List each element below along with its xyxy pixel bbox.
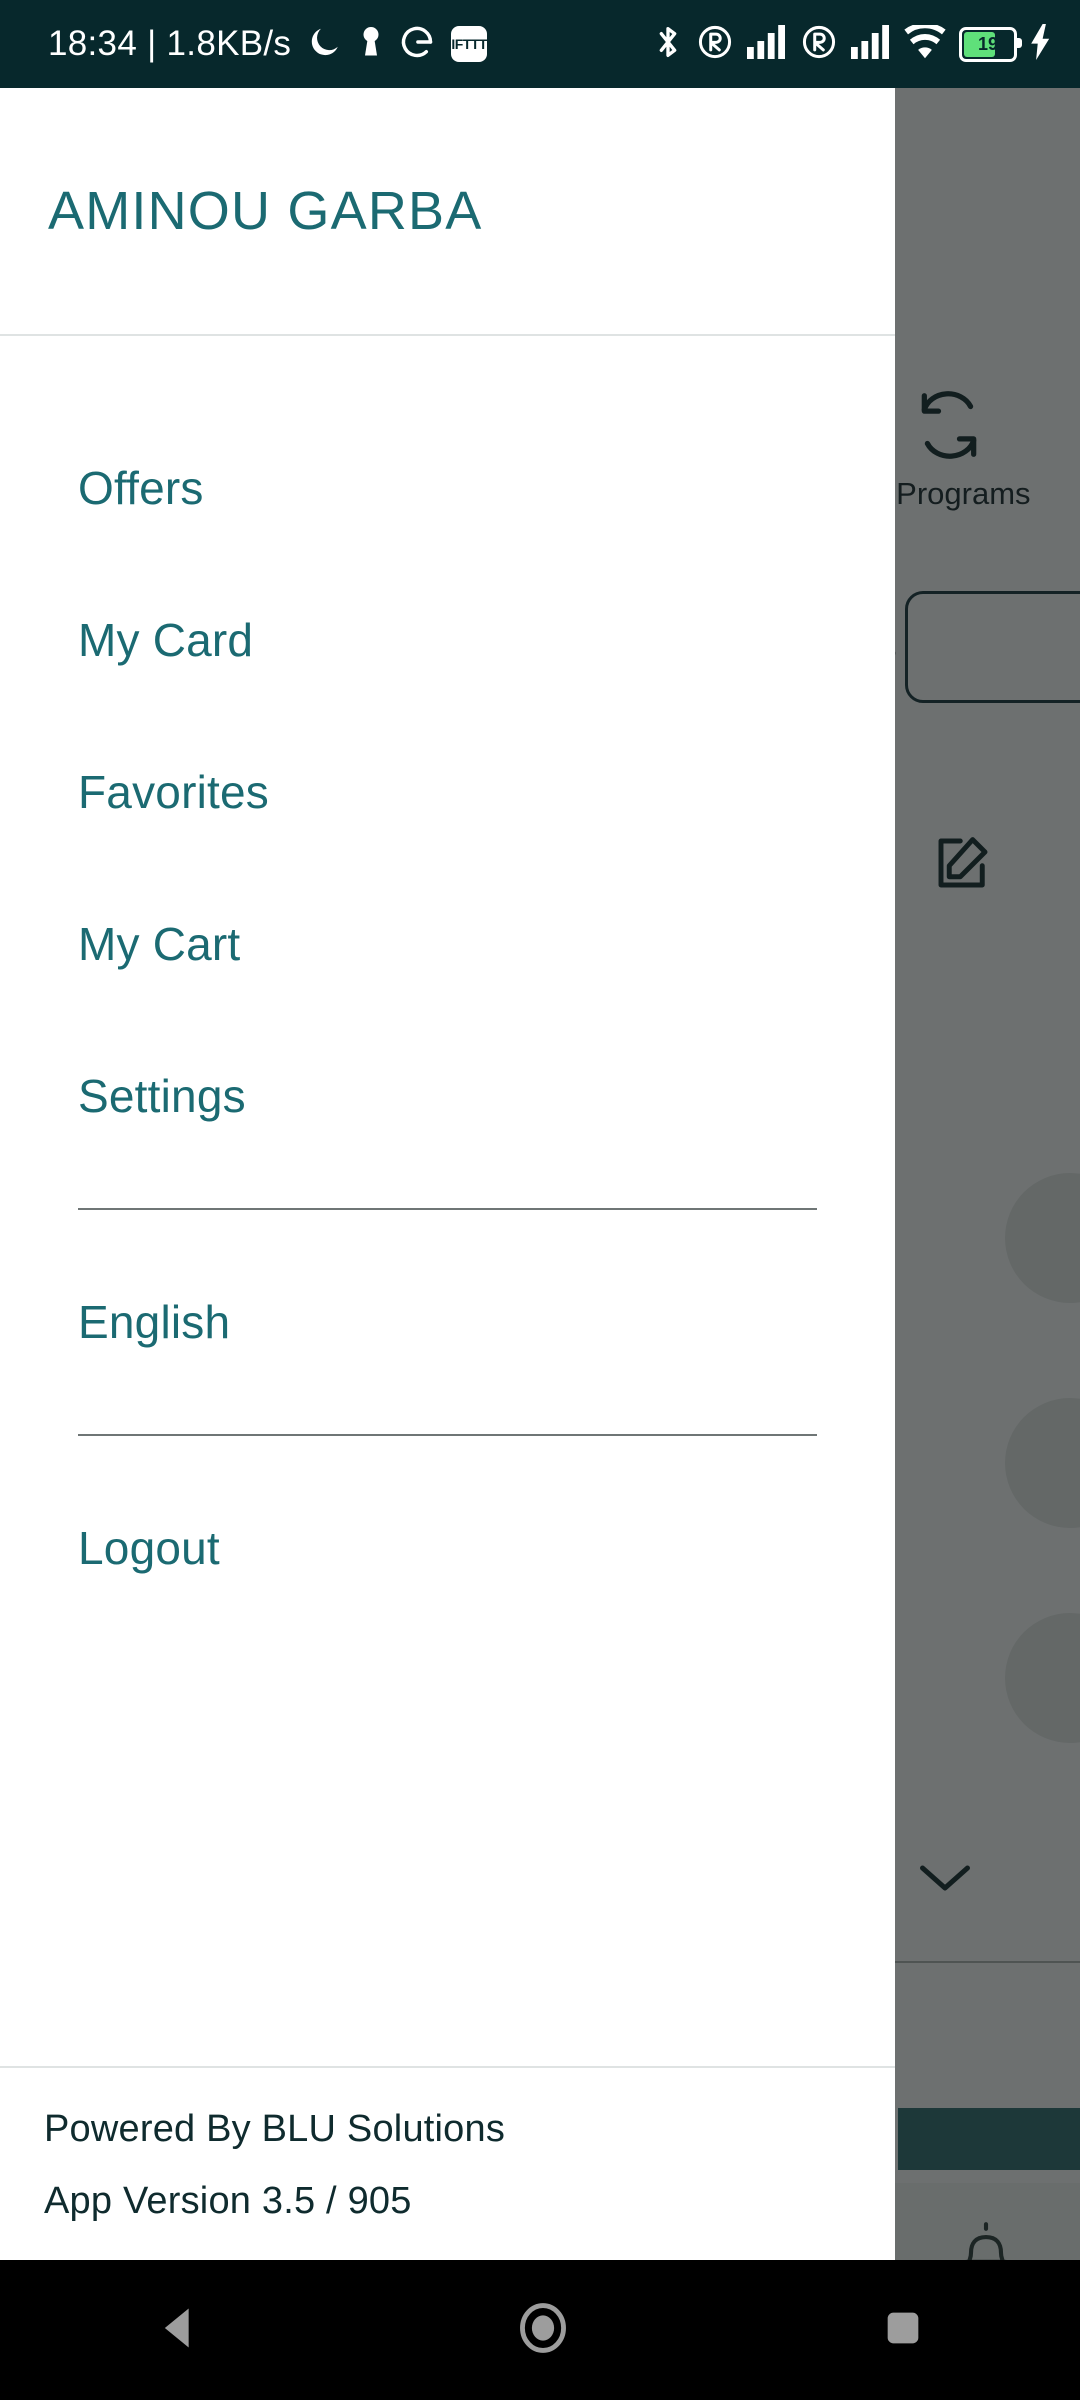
android-navigation-bar <box>0 2260 1080 2400</box>
clock-and-network-speed: 18:34 | 1.8KB/s <box>48 24 292 63</box>
user-name: AMINOU GARBA <box>48 181 483 241</box>
menu-item-offers[interactable]: Offers <box>0 412 895 564</box>
battery-icon: 19 <box>959 26 1022 62</box>
drawer-footer: Powered By BLU Solutions App Version 3.5… <box>0 2065 895 2260</box>
drawer-menu-list: Offers My Card Favorites My Cart Setting… <box>0 336 895 2066</box>
roaming-icon-2 <box>800 23 838 66</box>
menu-item-logout[interactable]: Logout <box>0 1472 895 1624</box>
google-icon <box>399 24 435 65</box>
keyhole-icon <box>359 24 383 65</box>
signal-bars-icon <box>747 24 787 64</box>
signal-bars-icon-2 <box>851 24 891 64</box>
wifi-icon <box>904 22 946 64</box>
menu-item-favorites[interactable]: Favorites <box>0 716 895 868</box>
back-button[interactable] <box>154 2302 206 2359</box>
roaming-icon <box>696 23 734 66</box>
powered-by-label: Powered By BLU Solutions <box>44 2107 506 2150</box>
battery-level: 19 <box>977 33 999 54</box>
status-bar: 18:34 | 1.8KB/s IFTTT 19 <box>0 0 1080 88</box>
status-bar-right: 19 <box>653 22 1080 67</box>
drawer-header: AMINOU GARBA <box>0 88 895 336</box>
phone-screen: er Programs s o <box>0 0 1080 2400</box>
menu-item-my-cart[interactable]: My Cart <box>0 868 895 1020</box>
status-bar-left: 18:34 | 1.8KB/s IFTTT <box>0 24 488 65</box>
charging-bolt-icon <box>1030 23 1052 65</box>
menu-divider-top <box>78 1208 817 1210</box>
menu-item-my-card[interactable]: My Card <box>0 564 895 716</box>
menu-divider-bottom <box>78 1434 817 1436</box>
menu-item-settings[interactable]: Settings <box>0 1020 895 1172</box>
bluetooth-icon <box>653 22 683 67</box>
app-version-label: App Version 3.5 / 905 <box>44 2179 412 2222</box>
navigation-drawer: AMINOU GARBA Offers My Card Favorites My… <box>0 88 895 2260</box>
home-button[interactable] <box>514 2299 572 2362</box>
ifttt-icon: IFTTT <box>451 26 488 62</box>
menu-item-language[interactable]: English <box>0 1246 895 1398</box>
recents-button[interactable] <box>880 2305 926 2356</box>
moon-icon <box>307 24 343 65</box>
